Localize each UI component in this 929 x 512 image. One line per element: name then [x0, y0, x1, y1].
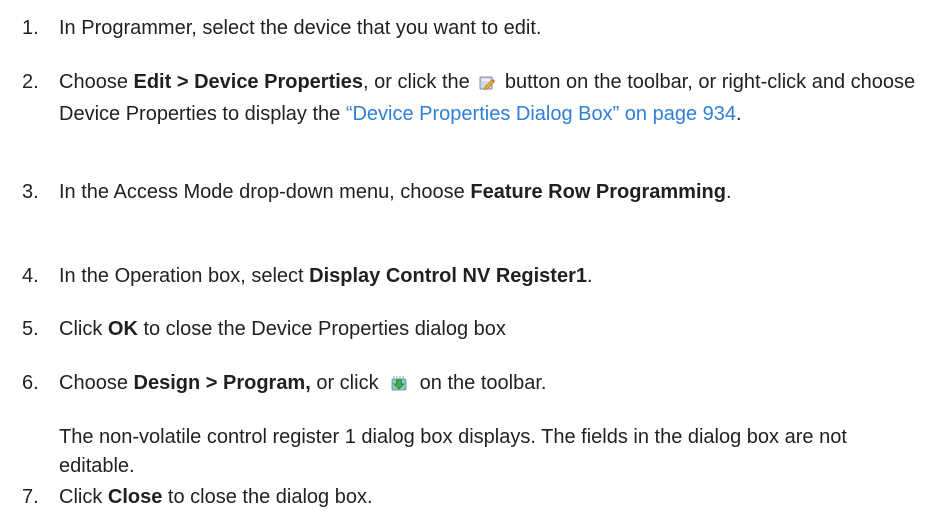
cross-reference-link[interactable]: “Device Properties Dialog Box” on page 9… — [346, 103, 736, 125]
step-number: 7. — [22, 486, 39, 508]
menu-path: Edit > Device Properties — [133, 71, 364, 93]
step-text: Click OK to close the Device Properties … — [59, 315, 921, 344]
button-name: OK — [107, 318, 138, 340]
step-number: 5. — [22, 318, 39, 340]
step-number: 3. — [22, 181, 39, 203]
step-number: 6. — [22, 372, 39, 394]
text-run: or click — [310, 372, 385, 394]
text-run: . — [736, 102, 742, 125]
text-run: to close the Device Properties dialog bo… — [137, 318, 506, 340]
operation-option: Display Control NV Register1 — [309, 265, 587, 287]
step-6-result-note: The non-volatile control register 1 dial… — [59, 426, 847, 477]
edit-properties-icon — [479, 71, 496, 100]
text-run: on the toolbar. — [414, 372, 547, 394]
text-run: . — [725, 181, 732, 203]
step-text: In the Operation box, select Display Con… — [59, 262, 921, 291]
button-name: Close — [107, 486, 163, 508]
step-number: 4. — [22, 265, 39, 287]
text-run: In the Access Mode drop-down menu, choos… — [59, 181, 471, 203]
text-run: Choose — [59, 71, 134, 93]
text-run: . — [587, 265, 593, 287]
step-text: Choose Design > Program, or click on the… — [59, 369, 921, 401]
step-text: In Programmer, select the device that yo… — [59, 17, 542, 39]
step-text: Click Close to close the dialog box. — [59, 483, 921, 512]
text-run: Click — [59, 486, 108, 508]
text-run: In the Operation box, select — [59, 265, 310, 287]
step-number: 2. — [22, 71, 39, 93]
step-number: 1. — [22, 17, 39, 39]
program-download-icon — [388, 372, 410, 401]
step-text: Choose Edit > Device Properties, or clic… — [59, 68, 921, 128]
menu-option: Feature Row Programming — [470, 181, 726, 203]
text-run: Click — [59, 318, 108, 340]
text-run: , or click the — [363, 71, 476, 93]
text-run: Choose — [59, 372, 134, 394]
text-run: to close the dialog box. — [162, 486, 373, 508]
step-text: In the Access Mode drop-down menu, choos… — [59, 178, 819, 207]
menu-path: Design > Program, — [133, 372, 311, 394]
